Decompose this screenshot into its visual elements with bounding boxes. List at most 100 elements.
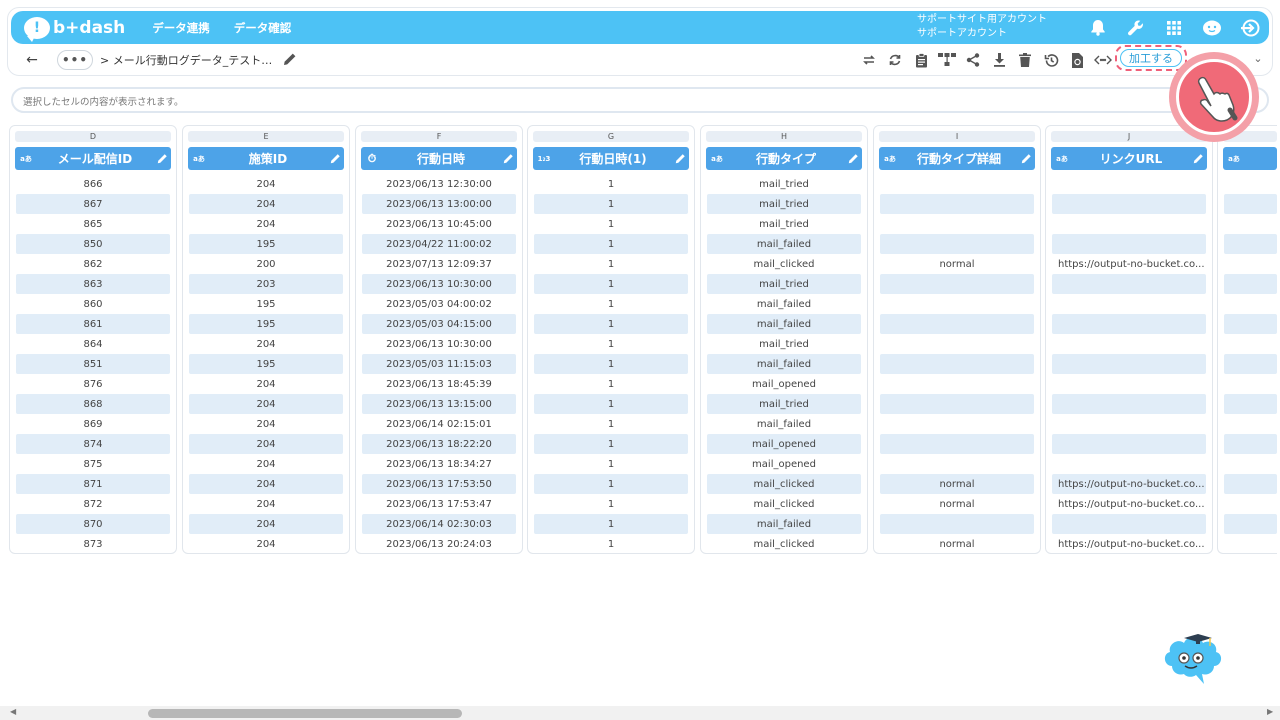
logo[interactable]: ! b+dash — [24, 16, 125, 42]
table-cell[interactable]: 204 — [189, 514, 343, 534]
table-cell[interactable]: 2023/06/13 10:30:00 — [362, 274, 516, 294]
table-cell[interactable] — [1224, 434, 1277, 454]
edit-pencil-icon[interactable] — [844, 153, 862, 164]
table-cell[interactable]: mail_tried — [707, 174, 861, 194]
table-cell[interactable]: 861 — [16, 314, 170, 334]
table-cell[interactable]: mail_opened — [707, 454, 861, 474]
bell-icon[interactable] — [1079, 11, 1117, 44]
table-cell[interactable]: 875 — [16, 454, 170, 474]
table-cell[interactable] — [1052, 394, 1206, 414]
table-cell[interactable]: 2023/06/13 18:34:27 — [362, 454, 516, 474]
table-cell[interactable] — [1052, 434, 1206, 454]
clipboard-icon[interactable] — [908, 50, 934, 70]
table-cell[interactable]: 1 — [534, 354, 688, 374]
refresh-icon[interactable] — [882, 50, 908, 70]
table-cell[interactable]: 2023/04/22 11:00:02 — [362, 234, 516, 254]
table-cell[interactable]: 862 — [16, 254, 170, 274]
table-cell[interactable]: https://output-no-bucket.co... — [1052, 494, 1206, 514]
table-cell[interactable] — [880, 394, 1034, 414]
table-cell[interactable]: 204 — [189, 194, 343, 214]
column-header[interactable]: aあ 行動タイプ詳細 — [879, 147, 1035, 170]
grid-menu-icon[interactable] — [1155, 11, 1193, 44]
column-letter[interactable]: J — [1051, 131, 1207, 142]
table-cell[interactable]: 204 — [189, 334, 343, 354]
column-letter[interactable]: D — [15, 131, 171, 142]
scroll-left-arrow-icon[interactable]: ◀ — [10, 707, 16, 716]
table-cell[interactable]: mail_tried — [707, 334, 861, 354]
table-cell[interactable] — [1224, 514, 1277, 534]
table-cell[interactable] — [1224, 274, 1277, 294]
table-cell[interactable]: 867 — [16, 194, 170, 214]
table-cell[interactable]: 2023/06/14 02:15:01 — [362, 414, 516, 434]
table-cell[interactable]: 204 — [189, 394, 343, 414]
table-cell[interactable]: 873 — [16, 534, 170, 554]
table-cell[interactable] — [880, 174, 1034, 194]
table-cell[interactable] — [880, 374, 1034, 394]
table-cell[interactable]: 868 — [16, 394, 170, 414]
table-cell[interactable]: 1 — [534, 274, 688, 294]
table-cell[interactable] — [880, 434, 1034, 454]
table-cell[interactable]: 1 — [534, 214, 688, 234]
scroll-right-arrow-icon[interactable]: ▶ — [1267, 707, 1273, 716]
table-cell[interactable]: 871 — [16, 474, 170, 494]
table-cell[interactable]: 204 — [189, 434, 343, 454]
history-icon[interactable] — [1038, 50, 1064, 70]
table-cell[interactable]: mail_failed — [707, 414, 861, 434]
table-cell[interactable]: normal — [880, 474, 1034, 494]
table-cell[interactable]: 866 — [16, 174, 170, 194]
table-cell[interactable]: 2023/06/13 10:30:00 — [362, 334, 516, 354]
table-cell[interactable]: 195 — [189, 234, 343, 254]
table-cell[interactable]: 1 — [534, 494, 688, 514]
cell-content-display[interactable]: 選択したセルの内容が表示されます。 — [11, 87, 1269, 113]
table-cell[interactable]: 863 — [16, 274, 170, 294]
table-cell[interactable]: 1 — [534, 534, 688, 554]
table-cell[interactable] — [1224, 254, 1277, 274]
table-cell[interactable]: 2023/06/13 13:15:00 — [362, 394, 516, 414]
table-cell[interactable]: 2023/05/03 04:00:02 — [362, 294, 516, 314]
nav-data-integration[interactable]: データ連携 — [152, 20, 210, 36]
table-cell[interactable] — [1224, 174, 1277, 194]
edit-pencil-icon[interactable] — [1189, 153, 1207, 164]
table-cell[interactable] — [1052, 294, 1206, 314]
table-cell[interactable]: mail_tried — [707, 394, 861, 414]
column-header[interactable]: aあ メール配信ID — [15, 147, 171, 170]
table-cell[interactable] — [1052, 454, 1206, 474]
column-header[interactable]: aあ リンクURL — [1051, 147, 1207, 170]
column-letter[interactable]: I — [879, 131, 1035, 142]
table-cell[interactable]: mail_tried — [707, 194, 861, 214]
table-cell[interactable] — [1052, 354, 1206, 374]
download-icon[interactable] — [986, 50, 1012, 70]
back-arrow-icon[interactable]: ← — [24, 52, 40, 68]
table-cell[interactable]: 850 — [16, 234, 170, 254]
table-cell[interactable]: 1 — [534, 194, 688, 214]
table-cell[interactable]: 869 — [16, 414, 170, 434]
table-cell[interactable] — [1224, 534, 1277, 554]
table-cell[interactable]: https://output-no-bucket.co... — [1052, 474, 1206, 494]
edit-pencil-icon[interactable] — [499, 153, 517, 164]
table-cell[interactable]: 1 — [534, 474, 688, 494]
table-cell[interactable] — [1224, 334, 1277, 354]
table-cell[interactable]: mail_opened — [707, 374, 861, 394]
table-cell[interactable]: mail_clicked — [707, 474, 861, 494]
column-letter[interactable]: E — [188, 131, 344, 142]
table-cell[interactable] — [1052, 374, 1206, 394]
table-cell[interactable]: 204 — [189, 214, 343, 234]
table-cell[interactable] — [1224, 214, 1277, 234]
horizontal-scroll-thumb[interactable] — [148, 709, 462, 718]
table-cell[interactable] — [880, 194, 1034, 214]
table-cell[interactable] — [880, 314, 1034, 334]
table-cell[interactable] — [1052, 234, 1206, 254]
table-cell[interactable]: mail_clicked — [707, 494, 861, 514]
table-cell[interactable]: mail_clicked — [707, 254, 861, 274]
table-cell[interactable]: 204 — [189, 174, 343, 194]
table-cell[interactable] — [1224, 474, 1277, 494]
table-cell[interactable]: 2023/06/13 18:45:39 — [362, 374, 516, 394]
table-cell[interactable] — [1224, 374, 1277, 394]
table-cell[interactable]: 1 — [534, 374, 688, 394]
table-cell[interactable] — [880, 234, 1034, 254]
logout-icon[interactable] — [1231, 11, 1269, 44]
column-header[interactable]: ⏱ 行動日時 — [361, 147, 517, 170]
table-cell[interactable]: 2023/06/14 02:30:03 — [362, 514, 516, 534]
table-cell[interactable]: 195 — [189, 314, 343, 334]
table-cell[interactable] — [1052, 414, 1206, 434]
